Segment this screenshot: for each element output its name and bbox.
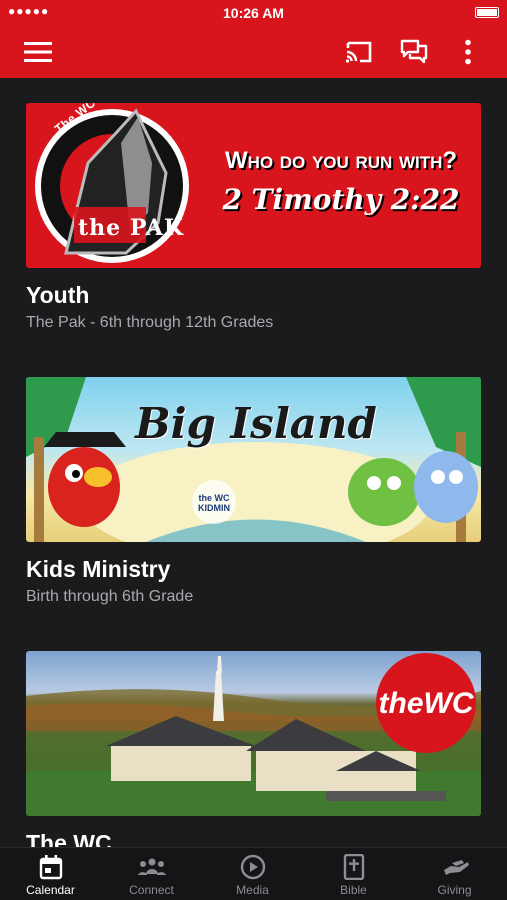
giving-hand-icon (444, 860, 469, 875)
chat-icon[interactable] (398, 36, 430, 68)
banner-verse: 2 Timothy 2:22 (222, 183, 460, 216)
card-youth[interactable]: The WC Youth the PAK Who do you run with… (26, 103, 481, 332)
tab-connect[interactable]: Connect (101, 848, 202, 900)
logo-pak-text: the PAK (78, 215, 184, 241)
calendar-icon (39, 855, 63, 880)
church-banner: theWC (26, 651, 481, 816)
tab-giving[interactable]: Giving (404, 848, 505, 900)
people-icon (138, 858, 166, 875)
menu-icon[interactable] (22, 36, 54, 68)
more-vert-icon[interactable] (452, 36, 484, 68)
event-feed[interactable]: The WC Youth the PAK Who do you run with… (0, 78, 507, 848)
card-subtitle: Birth through 6th Grade (26, 588, 194, 605)
tab-label: Bible (340, 883, 367, 897)
tab-label: Media (236, 883, 269, 897)
tab-bible[interactable]: Bible (303, 848, 404, 900)
tab-label: Calendar (26, 883, 75, 897)
card-subtitle: The Pak - 6th through 12th Grades (26, 314, 274, 331)
banner-headline: Big Island (135, 399, 377, 448)
status-time: 10:26 AM (223, 5, 284, 21)
battery-icon (475, 7, 499, 18)
card-title: Youth (26, 282, 90, 308)
tab-label: Giving (437, 883, 472, 897)
tab-label: Connect (129, 883, 174, 897)
card-the-wc[interactable]: theWC The WC (26, 651, 481, 848)
card-title: The WC (26, 830, 112, 848)
card-kids-ministry[interactable]: Big Island the WC KIDMIN Kids Ministry B… (26, 377, 481, 606)
bible-icon (343, 854, 365, 880)
church-photo (26, 653, 481, 816)
youth-banner: The WC Youth the PAK Who do you run with… (26, 103, 481, 268)
play-circle-icon (240, 854, 266, 880)
tab-calendar[interactable]: Calendar (0, 848, 101, 900)
app-bar (0, 26, 507, 78)
kids-banner: Big Island the WC KIDMIN (26, 377, 481, 542)
tab-media[interactable]: Media (202, 848, 303, 900)
status-bar: ●●●●● 10:26 AM (0, 0, 507, 26)
banner-headline: Who do you run with? (224, 147, 458, 174)
kidmin-badge: the WC KIDMIN (198, 493, 230, 513)
bottom-navigation: Calendar Connect Media Bible Giving (0, 847, 507, 900)
wc-badge: theWC (378, 687, 474, 720)
cast-icon[interactable] (343, 36, 375, 68)
card-title: Kids Ministry (26, 556, 171, 582)
